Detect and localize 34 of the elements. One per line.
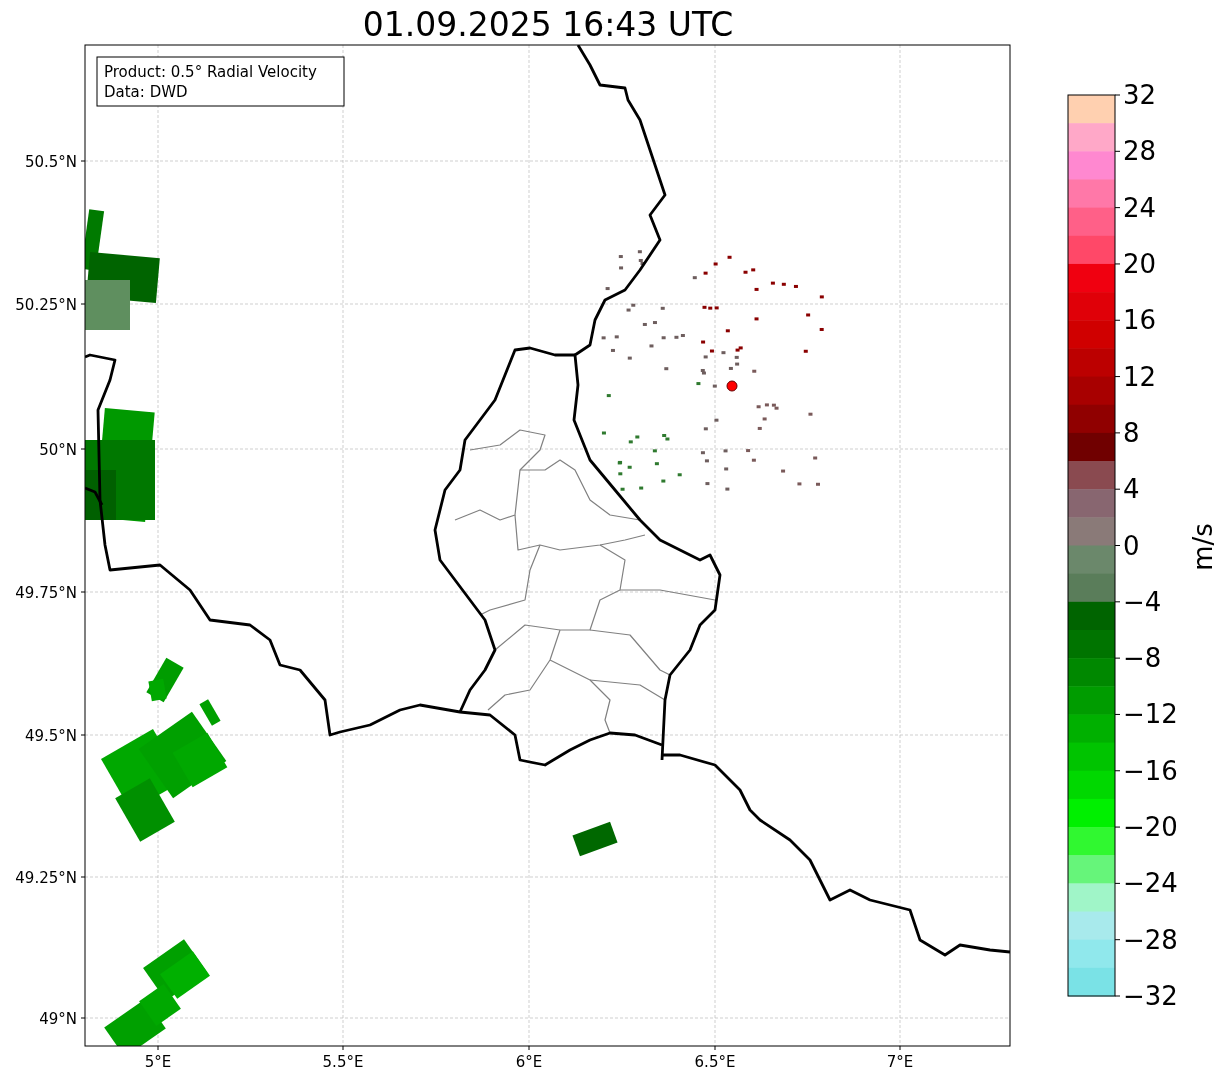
tick-label: 6.5°E <box>694 1053 736 1071</box>
tick-label: 8 <box>1123 417 1140 448</box>
tick-label: −32 <box>1123 981 1178 1011</box>
tick-label: 5.5°E <box>322 1053 364 1071</box>
tick-label: 16 <box>1123 305 1157 336</box>
tick-label: 28 <box>1123 136 1157 167</box>
tick-label: 50.5°N <box>24 153 77 171</box>
tick-label: 50°N <box>39 441 77 459</box>
tick-label: 12 <box>1123 361 1157 392</box>
tick-label: 32 <box>1123 80 1157 110</box>
tick-label: −24 <box>1123 868 1178 899</box>
tick-label: 4 <box>1123 474 1140 505</box>
legend-text: Data: DWD <box>104 83 188 101</box>
tick-label: −4 <box>1123 586 1162 617</box>
figure-title: 01.09.2025 16:43 UTC <box>362 5 734 44</box>
tick-label: 24 <box>1123 192 1157 223</box>
tick-label: −28 <box>1123 924 1178 955</box>
tick-label: 50.25°N <box>15 296 77 314</box>
legend-text: Product: 0.5° Radial Velocity <box>104 63 317 81</box>
tick-label: −8 <box>1123 643 1162 674</box>
tick-label: 49°N <box>39 1010 77 1028</box>
tick-label: −20 <box>1123 812 1178 843</box>
tick-label: 20 <box>1123 248 1157 279</box>
tick-label: 0 <box>1123 530 1140 561</box>
tick-label: 49.25°N <box>15 869 77 887</box>
tick-label: 6°E <box>515 1053 543 1071</box>
tick-label: 49.5°N <box>24 727 77 745</box>
tick-label: −16 <box>1123 755 1178 786</box>
tick-label: 7°E <box>886 1053 914 1071</box>
tick-label: 5°E <box>144 1053 172 1071</box>
axis-label: m/s <box>1188 523 1218 571</box>
tick-label: −12 <box>1123 699 1178 730</box>
tick-label: 49.75°N <box>15 584 77 602</box>
radar-site-marker <box>726 380 738 392</box>
